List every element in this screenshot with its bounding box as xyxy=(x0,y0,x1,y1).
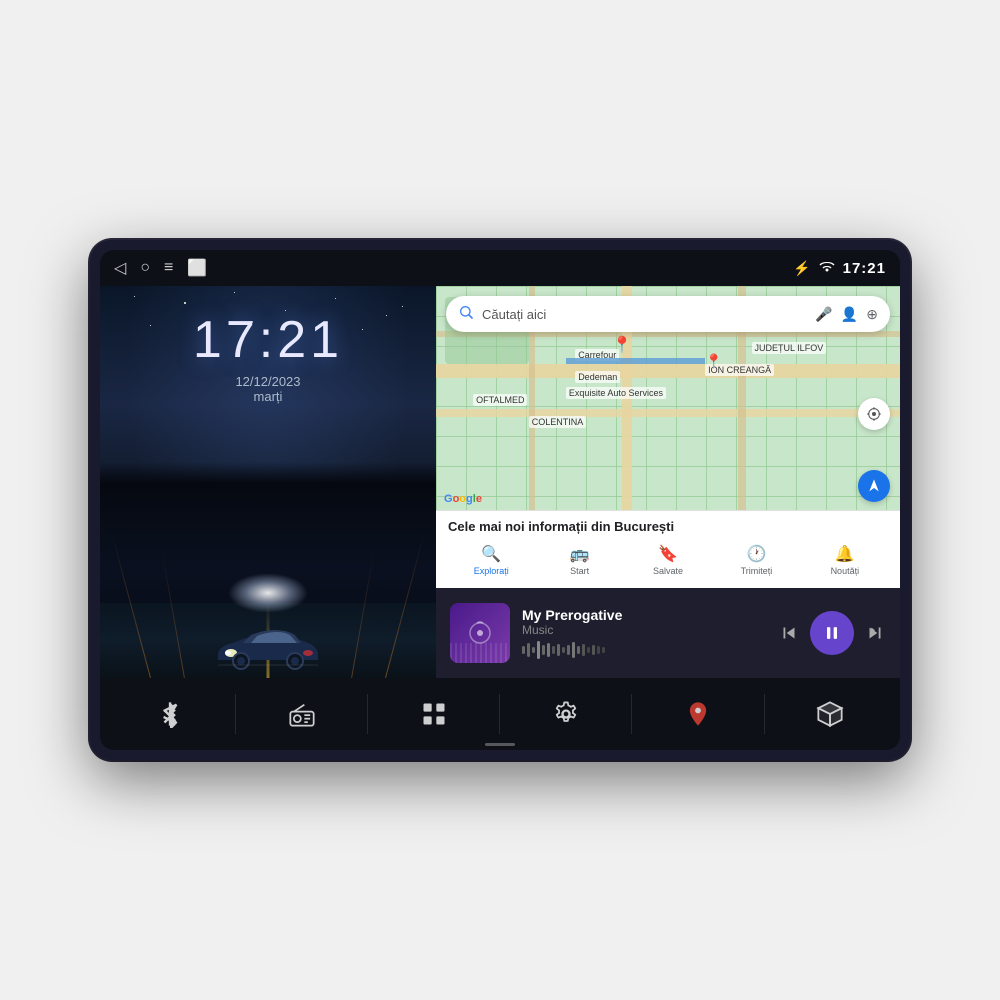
music-title: My Prerogative xyxy=(522,607,766,623)
maps-tab-news-label: Noutăți xyxy=(831,566,860,576)
car-scene xyxy=(100,462,436,678)
map-navigate-button[interactable] xyxy=(858,470,890,502)
music-prev-button[interactable] xyxy=(778,622,800,644)
maps-tab-start[interactable]: 🚌 Start xyxy=(536,540,622,580)
music-next-button[interactable] xyxy=(864,622,886,644)
map-location-button[interactable] xyxy=(858,398,890,430)
dock-settings[interactable] xyxy=(552,700,580,728)
dock-divider-1 xyxy=(235,694,236,734)
highlighted-route xyxy=(566,358,705,364)
start-icon: 🚌 xyxy=(570,544,590,564)
maps-tab-saved-label: Salvate xyxy=(653,566,683,576)
dock-divider-4 xyxy=(631,694,632,734)
music-play-button[interactable] xyxy=(810,611,854,655)
maps-account-icon[interactable]: 👤 xyxy=(841,306,858,323)
maps-tab-saved[interactable]: 🔖 Salvate xyxy=(625,540,711,580)
maps-mic-icon[interactable]: 🎤 xyxy=(815,306,832,323)
back-icon[interactable]: ◁ xyxy=(114,258,126,278)
google-maps-search-icon xyxy=(458,304,474,325)
home-icon[interactable]: ○ xyxy=(140,259,150,277)
dock-apps[interactable] xyxy=(420,700,448,728)
music-player: My Prerogative Music xyxy=(436,588,900,678)
right-panel: Pattern Media Carrefour Dragonul Roșu De… xyxy=(436,286,900,678)
maps-tab-explore[interactable]: 🔍 Explorați xyxy=(448,540,534,580)
explore-icon: 🔍 xyxy=(481,544,501,564)
map-pin-carrefour: 📍 xyxy=(612,335,632,355)
headlight-glow xyxy=(228,573,308,613)
music-album-art[interactable] xyxy=(450,603,510,663)
maps-tab-share-label: Trimiteți xyxy=(741,566,773,576)
dock-divider-5 xyxy=(764,694,765,734)
map-label-colentina: COLENTINA xyxy=(529,416,587,428)
left-panel: 17:21 12/12/2023 marți xyxy=(100,286,436,678)
bottom-dock xyxy=(100,678,900,750)
map-label-judet: JUDEȚUL ILFOV xyxy=(752,342,827,354)
status-bar: ◁ ○ ≡ ⬜ ⚡ 17:21 xyxy=(100,250,900,286)
wifi-icon xyxy=(819,260,835,276)
car-silhouette xyxy=(213,625,323,670)
maps-section[interactable]: Pattern Media Carrefour Dragonul Roșu De… xyxy=(436,286,900,510)
music-info: My Prerogative Music xyxy=(522,607,766,659)
dock-bluetooth[interactable] xyxy=(156,700,184,728)
map-pin-mega: 📍 xyxy=(705,353,722,370)
maps-tab-explore-label: Explorați xyxy=(474,566,509,576)
screen: ◁ ○ ≡ ⬜ ⚡ 17:21 xyxy=(100,250,900,750)
status-time: 17:21 xyxy=(843,260,886,277)
maps-search-bar[interactable]: Căutați aici 🎤 👤 ⊕ xyxy=(446,296,890,332)
map-label-exquisite: Exquisite Auto Services xyxy=(566,387,666,399)
maps-search-text[interactable]: Căutați aici xyxy=(482,307,807,322)
road-horizontal-main xyxy=(436,364,900,378)
maps-tab-news[interactable]: 🔔 Noutăți xyxy=(802,540,888,580)
screenshot-icon[interactable]: ⬜ xyxy=(187,258,207,278)
main-content: 17:21 12/12/2023 marți xyxy=(100,286,900,678)
tunnel-lights xyxy=(100,462,436,678)
swipe-indicator xyxy=(485,743,515,746)
bluetooth-status-icon: ⚡ xyxy=(793,260,810,277)
clock-date: 12/12/2023 xyxy=(193,374,343,389)
dock-divider-3 xyxy=(499,694,500,734)
news-icon: 🔔 xyxy=(835,544,855,564)
dock-maps[interactable] xyxy=(684,700,712,728)
status-bar-left: ◁ ○ ≡ ⬜ xyxy=(114,258,207,278)
music-artist: Music xyxy=(522,623,766,637)
maps-right-icons: 🎤 👤 ⊕ xyxy=(815,306,878,323)
dock-3dbox[interactable] xyxy=(816,700,844,728)
status-bar-right: ⚡ 17:21 xyxy=(793,260,886,277)
map-label-dedeman: Dedeman xyxy=(575,371,620,383)
share-icon: 🕐 xyxy=(746,544,766,564)
maps-nav-tabs: 🔍 Explorați 🚌 Start 🔖 Salvate 🕐 xyxy=(448,540,888,580)
road-horizontal-2 xyxy=(436,409,900,417)
maps-layers-icon[interactable]: ⊕ xyxy=(866,306,878,323)
maps-tab-start-label: Start xyxy=(570,566,589,576)
map-label-oftalmed: OFTALMED xyxy=(473,394,527,406)
maps-tab-share[interactable]: 🕐 Trimiteți xyxy=(713,540,799,580)
dock-radio[interactable] xyxy=(288,700,316,728)
menu-icon[interactable]: ≡ xyxy=(164,259,173,277)
dock-divider-2 xyxy=(367,694,368,734)
music-waveform xyxy=(522,641,766,659)
clock-day: marți xyxy=(193,389,343,404)
saved-icon: 🔖 xyxy=(658,544,678,564)
google-logo: Google xyxy=(444,493,482,505)
maps-info-title: Cele mai noi informații din București xyxy=(448,519,888,534)
music-controls xyxy=(778,611,886,655)
maps-info-bar: Cele mai noi informații din București 🔍 … xyxy=(436,510,900,588)
device: ◁ ○ ≡ ⬜ ⚡ 17:21 xyxy=(90,240,910,760)
clock-time: 17:21 xyxy=(193,310,343,370)
clock-display: 17:21 12/12/2023 marți xyxy=(193,310,343,404)
